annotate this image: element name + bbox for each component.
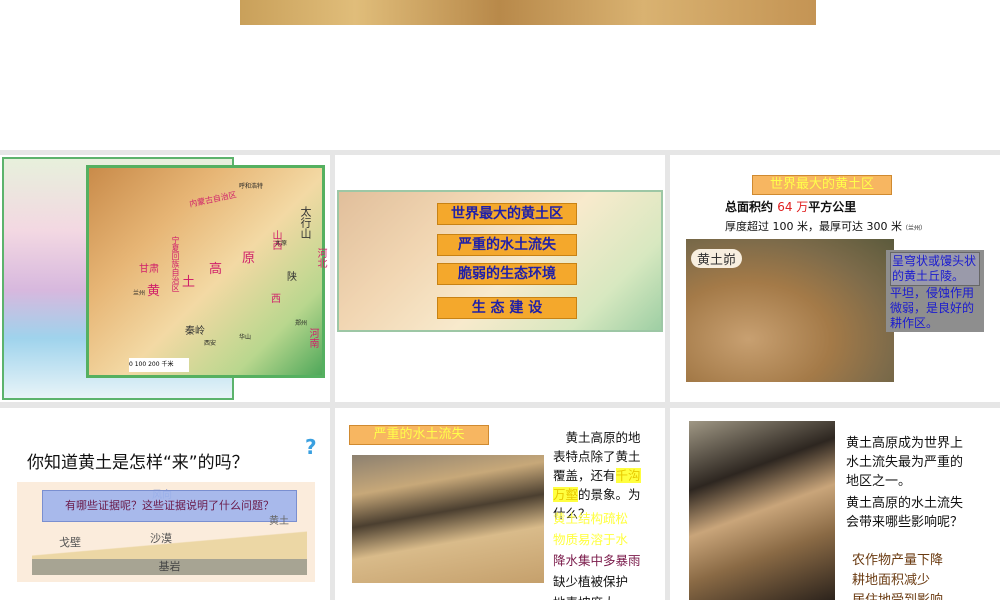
reason-item: 物质易溶于水 [553, 532, 629, 547]
slide-thumbnail-grid: 内蒙古自治区 宁夏回族自治区 甘肃 黄 土 高 原 山西 陕 西 太行山 河北 … [0, 150, 1000, 600]
desert-label: 沙漠 [150, 532, 172, 545]
map-label: 原 [242, 251, 256, 266]
reason-item: 地表坡度大 [553, 592, 653, 600]
map-label: 河南 [307, 328, 318, 348]
map-label: 太行山 [299, 206, 312, 239]
effect-item: 耕地面积减少 [852, 573, 931, 588]
area-suffix: 平方公里 [808, 200, 857, 214]
effect-item: 居住地受到影响 [852, 591, 943, 600]
map-label: 西 [271, 294, 281, 305]
thickness: 厚度超过 100 米，最厚可达 300 米 [725, 220, 902, 233]
effect-item: 农作物产量下降 [852, 553, 944, 568]
reason-item: 缺少植被保护 [553, 574, 629, 589]
outline-item[interactable]: 生 态 建 设 [437, 297, 577, 319]
area-prefix: 总面积约 [725, 200, 774, 214]
map-city-label: 华山 [239, 334, 252, 341]
slide-5-soil-erosion[interactable]: 严重的水土流失 黄土高原的地表特点除了黄土覆盖，还有千沟万壑的景象。为什么？ 黄… [335, 408, 665, 600]
slide-6-erosion-impact[interactable]: 黄土高原成为世界上水土流失最为严重的地区之一。 黄土高原的水土流失会带来哪些影响… [670, 408, 1000, 600]
callout-text-2: 平坦，侵蚀作用微弱，是良好的耕作区。 [890, 286, 975, 330]
reason-list: 黄土结构疏松物质易溶于水降水集中多暴雨缺少植被保护地表坡度大 [553, 508, 653, 600]
map-label: 土 [182, 275, 196, 290]
map-label: 黄 [147, 284, 161, 299]
aerial-erosion-photo [689, 421, 835, 600]
effect-list: 农作物产量下降耕地面积减少居住地受到影响 [852, 551, 943, 600]
impact-question: 黄土高原的水土流失会带来哪些影响呢？ [846, 496, 964, 530]
slide-title: 严重的水土流失 [349, 425, 489, 445]
slide-title: 世界最大的黄土区 [752, 175, 892, 195]
outline-item[interactable]: 脆弱的生态环境 [437, 263, 577, 285]
map-city-label: 呼和浩特 [239, 183, 264, 190]
thickness-text: 厚度超过 100 米，最厚可达 300 米（兰州） [725, 217, 926, 238]
callout-text-1: 呈穹状或馒头状的黄土丘陵。 [890, 252, 980, 286]
slide-4-loess-origin[interactable]: 你知道黄土是怎样“来”的吗？ ? 风向 有哪些证据呢？这些证据说明了什么问题？ … [0, 408, 330, 600]
map-label: 甘肃 [139, 264, 159, 275]
slide-1-map[interactable]: 内蒙古自治区 宁夏回族自治区 甘肃 黄 土 高 原 山西 陕 西 太行山 河北 … [0, 155, 330, 402]
bedrock-label: 基岩 [32, 559, 307, 575]
evidence-banner: 有哪些证据呢？这些证据说明了什么问题？ [42, 490, 297, 522]
map-label: 陕 [287, 272, 297, 283]
gully-photo [352, 455, 544, 583]
map-city-label: 太原 [275, 240, 288, 247]
outline-item[interactable]: 严重的水土流失 [437, 234, 577, 256]
thickness-note: （兰州） [901, 225, 926, 232]
slide-2-outline[interactable]: 世界最大的黄土区 严重的水土流失 脆弱的生态环境 生 态 建 设 [335, 155, 665, 402]
map-scale: 0 100 200 千米 [129, 358, 189, 372]
callout-box: 呈穹状或馒头状的黄土丘陵。 平坦，侵蚀作用微弱，是良好的耕作区。 [886, 250, 984, 332]
outline-item[interactable]: 世界最大的黄土区 [437, 203, 577, 225]
question-mark-icon: ? [305, 435, 317, 459]
map-label: 秦岭 [185, 326, 205, 337]
loess-label: 黄土 [269, 516, 289, 527]
loess-plateau-map: 内蒙古自治区 宁夏回族自治区 甘肃 黄 土 高 原 山西 陕 西 太行山 河北 … [86, 165, 326, 378]
map-label: 高 [209, 262, 223, 277]
reason-item: 降水集中多暴雨 [553, 553, 641, 568]
slide-3-largest-loess[interactable]: 世界最大的黄土区 总面积约 64 万平方公里 厚度超过 100 米，最厚可达 3… [670, 155, 1000, 402]
gobi-label: 戈壁 [59, 536, 81, 549]
loess-hill-photo: 黄土峁 [686, 239, 894, 382]
area-value: 64 万 [777, 200, 809, 214]
photo-label: 黄土峁 [691, 249, 743, 268]
map-city-label: 西安 [204, 340, 217, 347]
area-text: 总面积约 64 万平方公里 [725, 198, 856, 217]
question-heading: 你知道黄土是怎样“来”的吗？ [27, 453, 249, 473]
map-city-label: 郑州 [295, 320, 308, 327]
map-label: 河北 [315, 248, 326, 268]
reason-item: 黄土结构疏松 [553, 511, 629, 526]
map-label: 内蒙古自治区 [188, 190, 238, 209]
loess-landscape-photo-strip [240, 0, 816, 25]
deposition-diagram: 风向 有哪些证据呢？这些证据说明了什么问题？ 黄土 戈壁 沙漠 基岩 [17, 482, 315, 582]
map-city-label: 兰州 [133, 290, 146, 297]
impact-statement: 黄土高原成为世界上水土流失最为严重的地区之一。 [846, 436, 964, 489]
map-label: 宁夏回族自治区 [171, 236, 180, 292]
